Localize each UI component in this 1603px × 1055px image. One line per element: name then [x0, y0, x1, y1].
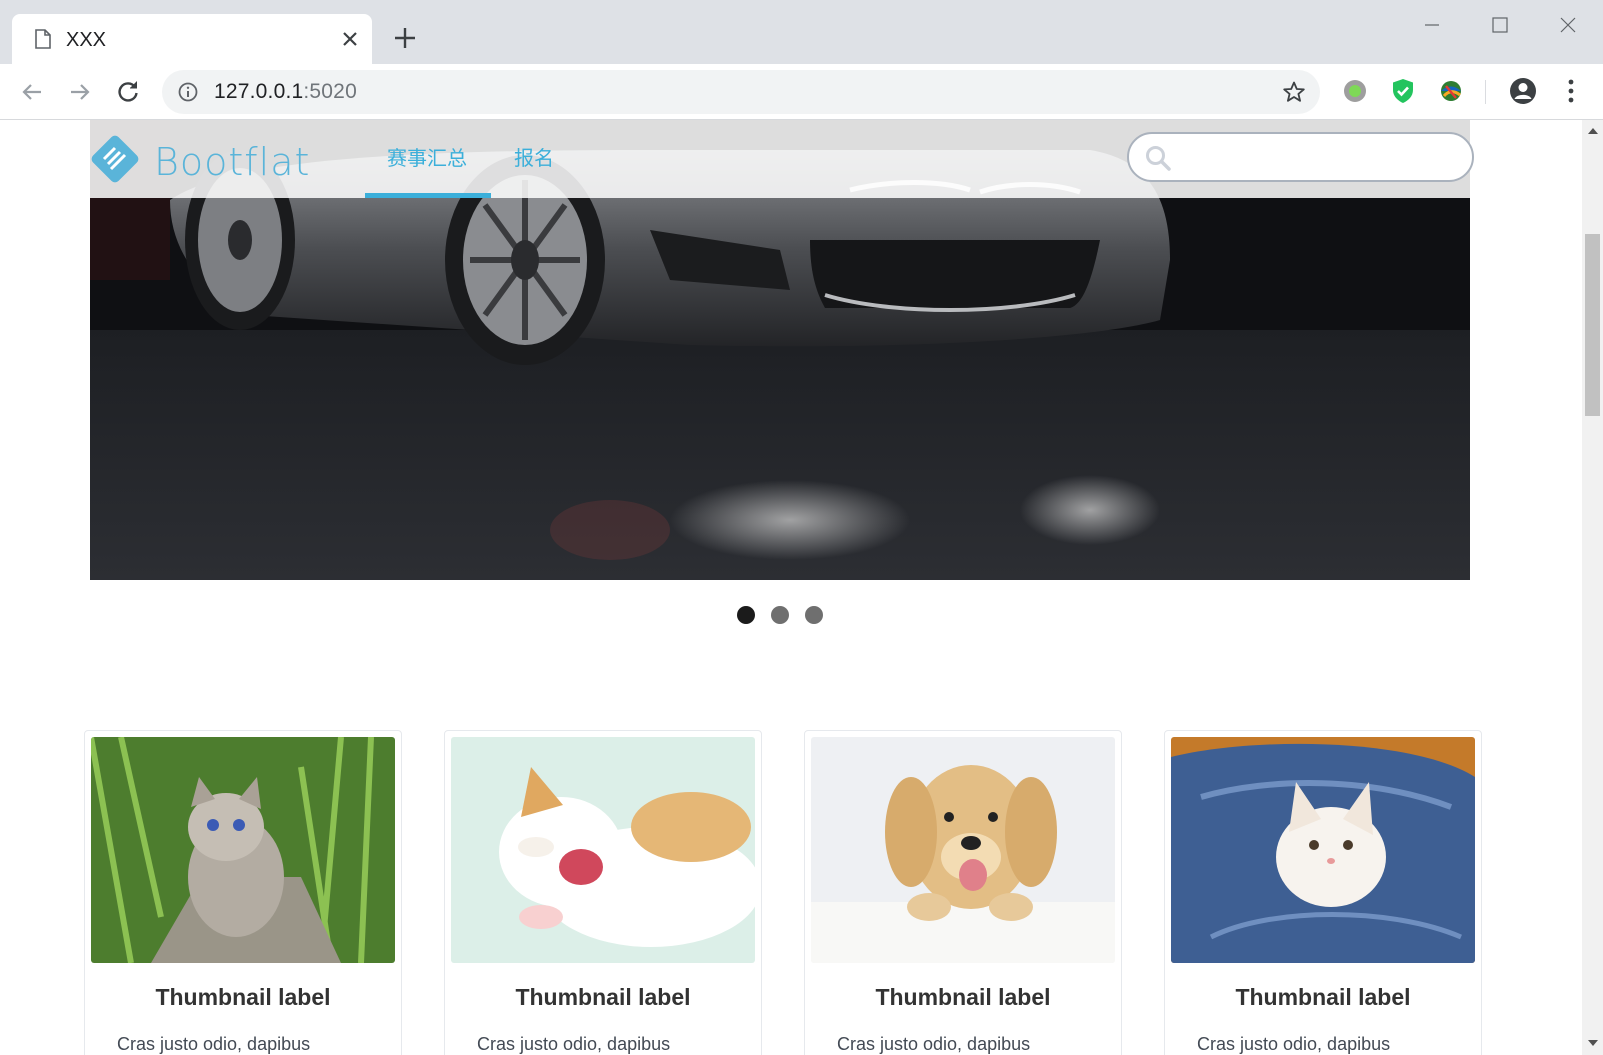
thumbnail-image-kitten-grass[interactable] — [91, 737, 395, 963]
site-navbar: Bootflat 赛事汇总 报名 — [84, 120, 1476, 198]
scroll-up-arrow-icon[interactable] — [1588, 128, 1598, 134]
thumbnail-card: Thumbnail label Cras justo odio, dapibus — [804, 730, 1122, 1055]
thumbnail-image-puppy[interactable] — [811, 737, 1115, 963]
kitten-yawn-image — [451, 737, 755, 963]
extension-shield-icon[interactable] — [1388, 76, 1418, 106]
brand-link[interactable]: Bootflat — [84, 128, 324, 190]
scrollbar-thumb[interactable] — [1585, 234, 1600, 416]
page-viewport: Bootflat 赛事汇总 报名 Thumbnail label Cras ju… — [0, 120, 1582, 1055]
back-arrow-icon[interactable] — [18, 78, 46, 106]
address-bar[interactable]: 127.0.0.1:5020 — [162, 70, 1320, 114]
page-scrollbar[interactable] — [1582, 120, 1603, 1055]
search-icon — [1146, 146, 1171, 171]
profile-avatar-icon[interactable] — [1508, 76, 1538, 106]
bootflat-logo-icon — [91, 135, 139, 183]
browser-menu-icon[interactable] — [1560, 76, 1582, 106]
new-tab-icon[interactable] — [392, 25, 418, 51]
extension-globe-icon[interactable] — [1436, 76, 1466, 106]
browser-toolbar: 127.0.0.1:5020 — [0, 64, 1603, 120]
nav-item-register[interactable]: 报名 — [514, 142, 554, 171]
nav-item-events-summary[interactable]: 赛事汇总 — [387, 142, 467, 171]
kitten-grass-image — [91, 737, 395, 963]
search-input[interactable] — [1127, 132, 1474, 182]
kitten-jeans-image — [1171, 737, 1475, 963]
active-nav-indicator — [365, 193, 491, 198]
toolbar-separator — [1485, 80, 1486, 104]
url-host: 127.0.0.1 — [214, 80, 304, 103]
reload-icon[interactable] — [114, 78, 142, 106]
thumbnail-label: Thumbnail label — [875, 984, 1051, 1010]
thumbnail-image-kitten-jeans[interactable] — [1171, 737, 1475, 963]
extension-circle-icon[interactable] — [1340, 76, 1370, 106]
maximize-icon[interactable] — [1478, 10, 1522, 40]
scroll-down-arrow-icon[interactable] — [1588, 1040, 1598, 1046]
url-text[interactable]: 127.0.0.1:5020 — [214, 80, 357, 104]
carousel-indicator-2[interactable] — [771, 606, 789, 624]
thumbnail-text: Cras justo odio, dapibus — [477, 1034, 671, 1054]
thumbnail-card: Thumbnail label Cras justo odio, dapibus — [444, 730, 762, 1055]
minimize-icon[interactable] — [1410, 10, 1454, 40]
forward-arrow-icon[interactable] — [66, 78, 94, 106]
thumbnail-text: Cras justo odio, dapibus — [837, 1034, 1031, 1054]
thumbnail-label: Thumbnail label — [515, 984, 691, 1010]
thumbnail-card: Thumbnail label Cras justo odio, dapibus — [1164, 730, 1482, 1055]
page-icon — [35, 29, 51, 49]
window-close-icon[interactable] — [1546, 10, 1590, 40]
puppy-image — [811, 737, 1115, 963]
thumbnail-text: Cras justo odio, dapibus — [117, 1034, 311, 1054]
close-tab-icon[interactable] — [338, 27, 362, 51]
thumbnail-image-kitten-yawn[interactable] — [451, 737, 755, 963]
thumbnail-label: Thumbnail label — [1235, 984, 1411, 1010]
browser-chrome: XXX 127.0.0.1:5020 — [0, 0, 1603, 120]
url-port: :5020 — [303, 80, 357, 103]
thumbnail-text: Cras justo odio, dapibus — [1197, 1034, 1391, 1054]
thumbnail-card: Thumbnail label Cras justo odio, dapibus — [84, 730, 402, 1055]
tab-strip: XXX — [0, 0, 1603, 64]
tab-title: XXX — [66, 29, 107, 51]
carousel-indicator-1[interactable] — [737, 606, 755, 624]
site-info-icon[interactable] — [178, 82, 198, 102]
brand-name: Bootflat — [154, 140, 311, 184]
thumbnail-label: Thumbnail label — [155, 984, 331, 1010]
bookmark-star-icon[interactable] — [1282, 80, 1306, 104]
browser-tab[interactable]: XXX — [12, 14, 372, 64]
carousel-indicator-3[interactable] — [805, 606, 823, 624]
